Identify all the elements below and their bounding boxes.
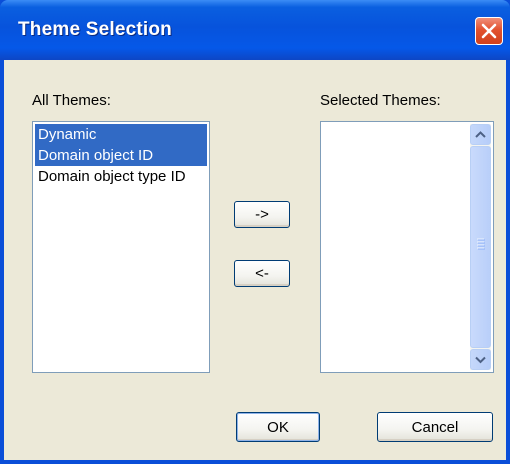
selected-themes-list[interactable] bbox=[320, 121, 494, 373]
scroll-up-button[interactable] bbox=[470, 124, 491, 145]
dialog-title: Theme Selection bbox=[18, 19, 172, 40]
theme-selection-dialog: Theme Selection All Themes: Selected The… bbox=[0, 0, 510, 464]
all-themes-list[interactable]: Dynamic Domain object ID Domain object t… bbox=[32, 121, 210, 373]
add-theme-button[interactable]: -> bbox=[234, 201, 290, 228]
chevron-down-icon bbox=[475, 356, 486, 364]
close-button[interactable] bbox=[475, 17, 503, 45]
grip-icon bbox=[477, 238, 485, 250]
vertical-scrollbar[interactable] bbox=[470, 124, 491, 370]
list-item[interactable]: Dynamic bbox=[35, 124, 207, 145]
dialog-body: All Themes: Selected Themes: Dynamic Dom… bbox=[4, 60, 506, 460]
chevron-up-icon bbox=[475, 131, 486, 138]
remove-theme-button[interactable]: <- bbox=[234, 260, 290, 287]
selected-themes-label: Selected Themes: bbox=[320, 92, 441, 109]
scroll-down-button[interactable] bbox=[470, 349, 491, 370]
cancel-button[interactable]: Cancel bbox=[377, 412, 493, 442]
title-bar[interactable]: Theme Selection bbox=[0, 0, 510, 60]
scrollbar-thumb[interactable] bbox=[470, 146, 491, 348]
list-item[interactable]: Domain object ID bbox=[35, 145, 207, 166]
close-icon bbox=[481, 23, 497, 39]
ok-button[interactable]: OK bbox=[236, 412, 320, 442]
all-themes-label: All Themes: bbox=[32, 92, 111, 109]
list-item[interactable]: Domain object type ID bbox=[35, 166, 207, 187]
